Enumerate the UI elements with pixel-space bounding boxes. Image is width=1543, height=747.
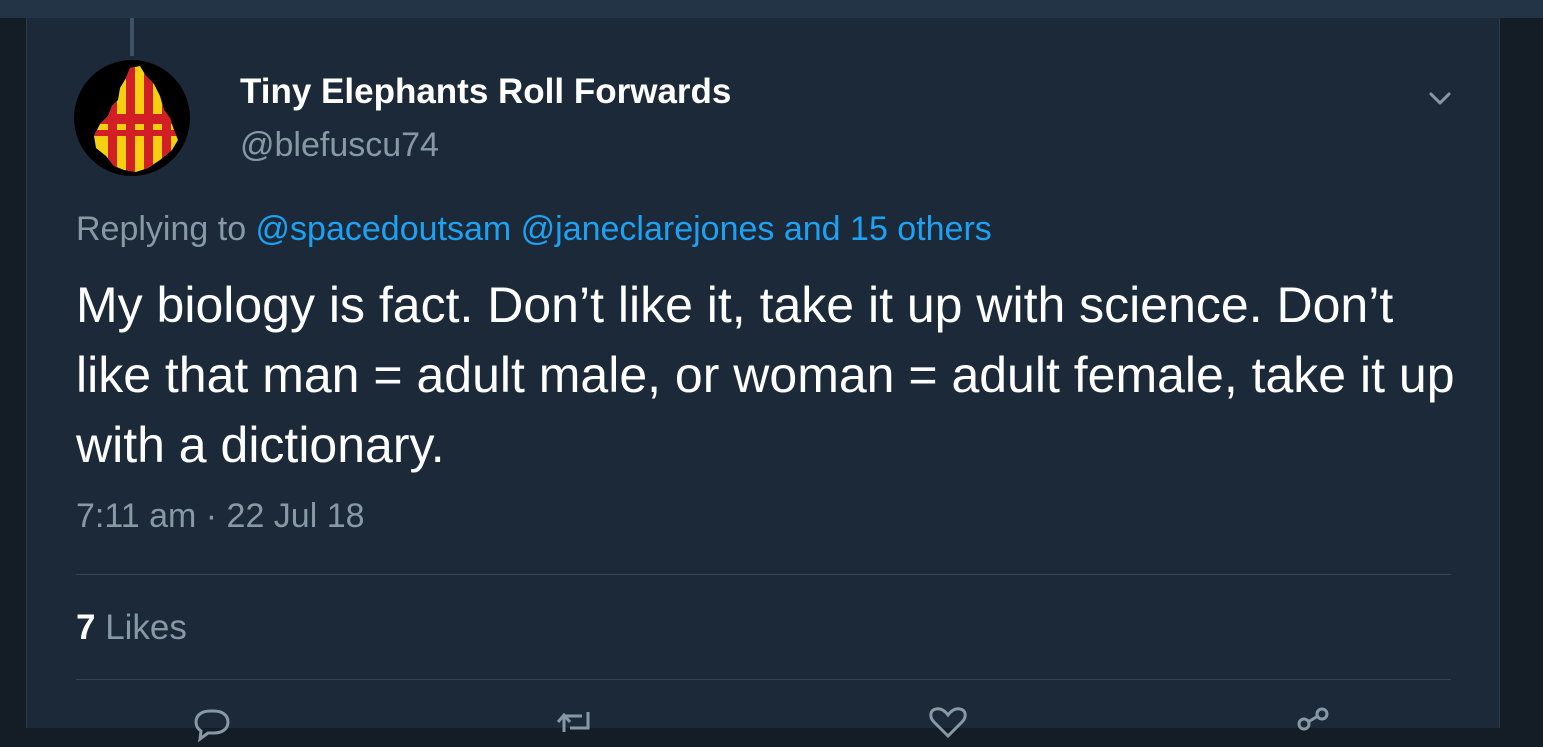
reply-icon[interactable]	[190, 702, 234, 743]
avatar-flag-map-icon	[94, 66, 178, 172]
avatar[interactable]	[74, 60, 190, 176]
share-icon[interactable]	[1292, 702, 1336, 742]
display-name[interactable]: Tiny Elephants Roll Forwards	[240, 72, 731, 112]
likes-count[interactable]: 7 Likes	[76, 608, 187, 648]
timestamp: 7:11 am · 22 Jul 18	[76, 497, 365, 535]
divider	[76, 574, 1451, 575]
thread-line	[130, 18, 134, 56]
top-bar	[0, 0, 1543, 18]
user-handle[interactable]: @blefuscu74	[240, 126, 439, 165]
reply-targets-link[interactable]: @spacedoutsam @janeclarejones and 15 oth…	[256, 210, 992, 248]
divider	[76, 679, 1451, 680]
chevron-down-icon[interactable]	[1424, 82, 1456, 114]
tweet-text: My biology is fact. Don’t like it, take …	[76, 277, 1455, 473]
retweet-icon[interactable]	[554, 702, 598, 742]
replying-to: Replying to @spacedoutsam @janeclarejone…	[76, 210, 992, 249]
heart-icon[interactable]	[926, 702, 970, 742]
likes-label: Likes	[95, 608, 187, 647]
replying-prefix: Replying to	[76, 210, 256, 248]
likes-number: 7	[76, 608, 96, 647]
